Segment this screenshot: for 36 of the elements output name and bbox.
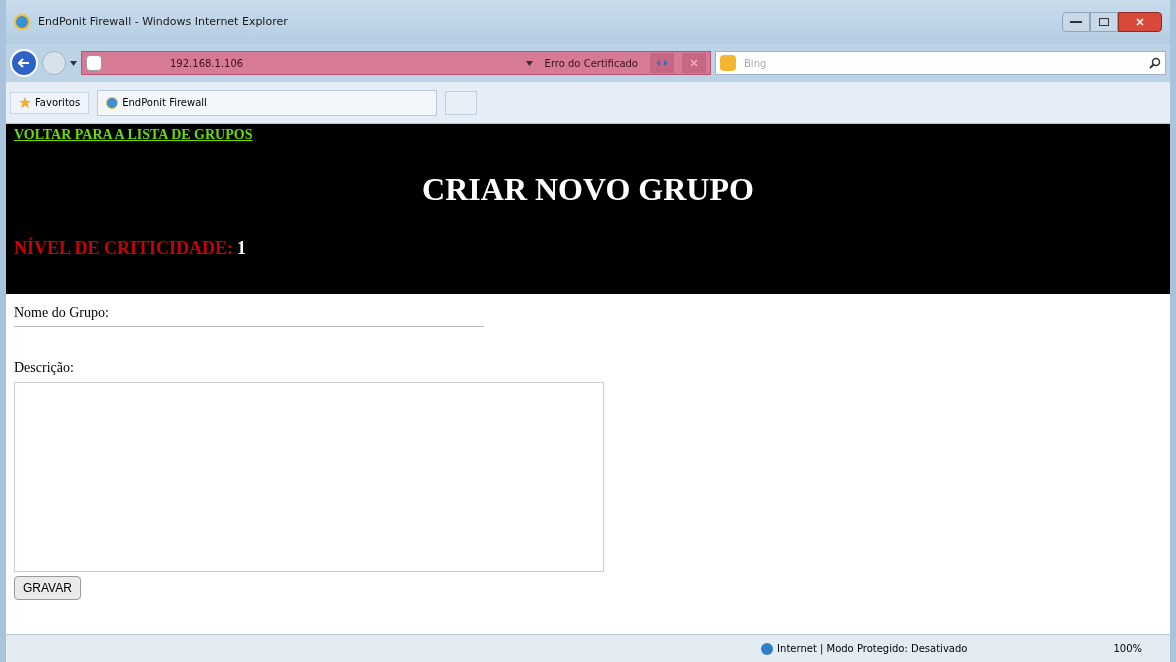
browser-icon — [14, 14, 30, 30]
field-label: Nome do Grupo: — [14, 304, 110, 322]
save-button[interactable]: GRAVAR — [14, 576, 81, 600]
url-text: 192.168.1.106 — [170, 56, 244, 71]
close-icon — [690, 59, 698, 67]
search-field[interactable]: Bing — [715, 51, 1166, 75]
caret-icon[interactable] — [525, 60, 533, 66]
close-icon — [1136, 18, 1144, 26]
back-button[interactable] — [10, 49, 38, 77]
certificate-error-button[interactable]: Erro do Certificado — [540, 55, 642, 71]
criticality-value: 1 — [237, 237, 247, 260]
window-title: EndPonit Firewall - Windows Internet Explorer — [38, 13, 288, 30]
page-title: CRIAR NOVO GRUPO — [421, 170, 755, 209]
minimize-button[interactable] — [1062, 12, 1090, 32]
favorites-button[interactable]: Favoritos — [10, 91, 90, 114]
caret-icon[interactable] — [70, 60, 77, 66]
arrows-icon — [656, 60, 668, 66]
bing-icon — [720, 55, 736, 71]
page-icon — [86, 55, 102, 71]
globe-icon — [761, 642, 774, 655]
back-arrow-icon — [18, 58, 30, 68]
star-icon — [19, 96, 31, 109]
description-field[interactable] — [14, 382, 604, 572]
address-field[interactable]: 192.168.1.106 Erro do Certificado — [81, 51, 711, 75]
zoom-button[interactable]: 100% — [1113, 641, 1142, 656]
group-name-field[interactable] — [14, 323, 484, 327]
search-input[interactable]: Bing — [744, 55, 1141, 71]
security-zone-text: Internet | Modo Protegido: Desativado — [777, 642, 968, 656]
criticality-label: NÍVEL DE CRITICIDADE: — [14, 236, 234, 260]
browser-icon — [106, 96, 119, 109]
maximize-button[interactable] — [1090, 12, 1118, 32]
search-icon[interactable] — [1149, 57, 1161, 69]
field-label: Descrição: — [14, 359, 75, 377]
back-link[interactable]: VOLTAR PARA A LISTA DE GRUPOS — [14, 124, 253, 145]
browser-tab[interactable]: EndPonit Firewall — [97, 89, 438, 116]
close-button[interactable] — [1118, 12, 1162, 32]
